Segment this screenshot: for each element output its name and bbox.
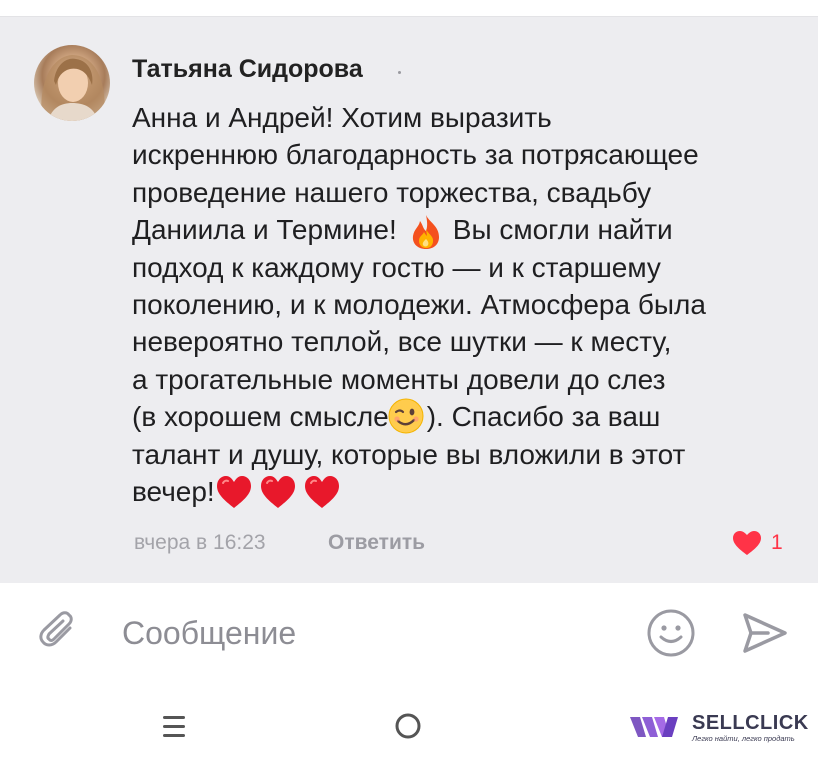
message-composer	[0, 584, 818, 688]
sellclick-logo-icon	[628, 714, 690, 740]
comment-line-part: Даниила и Термине!	[132, 214, 397, 246]
comment-line: (в хорошем смысле ). Спасибо за ваш	[132, 398, 792, 435]
paperclip-icon[interactable]	[36, 610, 80, 654]
red-heart-emoji-icon	[259, 475, 297, 509]
send-icon[interactable]	[742, 611, 788, 655]
comment-line-part: ). Спасибо за ваш	[426, 401, 661, 433]
comment-line: талант и душу, которые вы вложили в этот	[132, 438, 686, 470]
comment-line: а трогательные моменты довели до слез	[132, 363, 666, 395]
comment-timestamp: вчера в 16:23	[134, 531, 266, 554]
like-heart-icon[interactable]	[732, 530, 762, 556]
comment-line: проведение нашего торжества, свадьбу	[132, 176, 652, 208]
watermark-brand: SELLCLICK	[692, 712, 809, 734]
fire-emoji-icon	[409, 214, 443, 250]
system-navigation-bar: SELLCLICK Легко найти, легко продать	[0, 688, 818, 768]
comment-line: подход к каждому гостю — и к старшему	[132, 251, 661, 283]
watermark-tagline: Легко найти, легко продать	[692, 734, 795, 743]
comment-card: Татьяна Сидорова Анна и Андрей! Хотим вы…	[0, 16, 818, 583]
comment-text: Анна и Андрей! Хотим выразить искреннюю …	[132, 99, 792, 510]
recent-apps-icon[interactable]	[160, 714, 188, 740]
comment-line: Даниила и Термине! Вы смогли найти	[132, 211, 792, 250]
comment-line-part: вечер!	[132, 475, 215, 507]
winking-face-emoji-icon	[387, 397, 425, 435]
home-circle-icon[interactable]	[394, 712, 422, 740]
comment-line: вечер!	[132, 473, 792, 510]
comment-line-part: (в хорошем смысле	[132, 401, 389, 433]
emoji-smile-icon[interactable]	[646, 608, 696, 658]
author-dot	[398, 71, 401, 74]
like-count: 1	[771, 531, 783, 554]
comment-line: Анна и Андрей! Хотим выразить	[132, 102, 552, 133]
sellclick-watermark: SELLCLICK Легко найти, легко продать	[628, 712, 808, 748]
red-heart-emoji-icon	[303, 475, 341, 509]
comment-line: невероятно теплой, все шутки — к месту,	[132, 326, 672, 358]
comment-line-part: Вы смогли найти	[452, 214, 673, 246]
message-input[interactable]	[120, 612, 624, 654]
comment-line: поколению, и к молодежи. Атмосфера была	[132, 288, 706, 320]
reply-button[interactable]: Ответить	[328, 531, 425, 555]
author-avatar[interactable]	[34, 45, 110, 121]
comment-author-name[interactable]: Татьяна Сидорова	[132, 55, 363, 84]
red-heart-emoji-icon	[215, 475, 253, 509]
comment-line: искреннюю благодарность за потрясающее	[132, 139, 699, 171]
